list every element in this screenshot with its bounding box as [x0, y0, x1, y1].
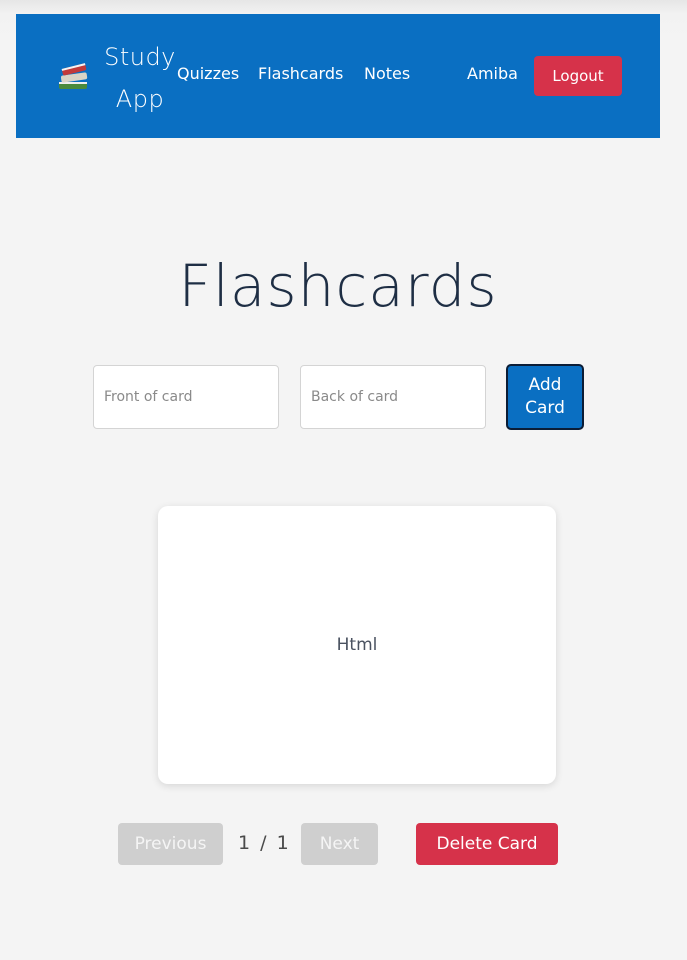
front-of-card-input[interactable]	[93, 365, 279, 429]
page-title: Flashcards	[178, 252, 498, 320]
previous-button[interactable]: Previous	[118, 823, 223, 865]
brand-line-1: Study	[104, 43, 176, 71]
brand-name[interactable]: Study App	[100, 36, 180, 120]
nav-link-flashcards[interactable]: Flashcards	[258, 64, 343, 83]
username-label: Amiba	[467, 64, 518, 83]
card-counter: 1 / 1	[238, 832, 291, 854]
nav-link-notes[interactable]: Notes	[364, 64, 410, 83]
next-button[interactable]: Next	[301, 823, 378, 865]
delete-card-button[interactable]: Delete Card	[416, 823, 558, 865]
books-icon	[56, 58, 90, 92]
flashcard[interactable]: Html	[158, 506, 556, 784]
nav-link-quizzes[interactable]: Quizzes	[177, 64, 239, 83]
app-container: Study App Quizzes Flashcards Notes Amiba…	[16, 14, 660, 941]
logout-button[interactable]: Logout	[534, 56, 622, 96]
add-card-button[interactable]: Add Card	[506, 364, 584, 430]
back-of-card-input[interactable]	[300, 365, 486, 429]
flashcard-text: Html	[336, 635, 378, 655]
navbar: Study App Quizzes Flashcards Notes Amiba…	[16, 14, 660, 138]
brand-line-2: App	[115, 85, 165, 113]
